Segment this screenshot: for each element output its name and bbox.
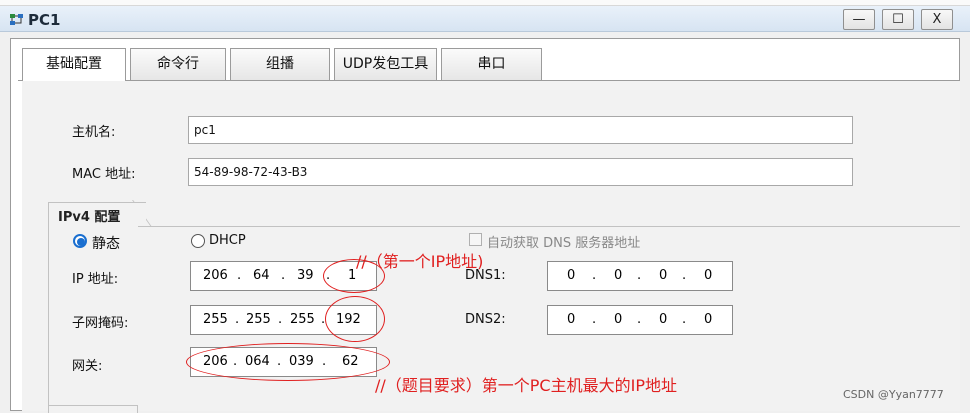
maximize-button[interactable]: ☐ (882, 9, 914, 30)
gateway-annotation: //（题目要求）第一个PC主机最大的IP地址 (375, 376, 677, 395)
dns2-octet-3: 0 (659, 312, 668, 327)
dns1-input[interactable]: 0 . 0 . 0 . 0 (547, 261, 733, 291)
mask-octet-3: 255 (290, 312, 315, 327)
dns2-label: DNS2: (465, 312, 506, 327)
tab-command-line[interactable]: 命令行 (130, 48, 226, 80)
close-button[interactable]: X (921, 9, 953, 30)
dns1-dot: . (592, 268, 597, 283)
mask-octet-2: 255 (246, 312, 271, 327)
hostname-input[interactable]: pc1 (188, 116, 853, 144)
ip-octet-3: 39 (297, 268, 314, 283)
auto-dns-label: 自动获取 DNS 服务器地址 (487, 236, 641, 251)
dns1-dot: . (682, 268, 687, 283)
mac-label: MAC 地址: (72, 167, 136, 182)
hostname-label: 主机名: (72, 125, 116, 140)
tab-multicast[interactable]: 组播 (230, 48, 330, 80)
mask-last-octet-highlight (325, 296, 385, 342)
dns2-octet-4: 0 (704, 312, 713, 327)
watermark: CSDN @Yyan7777 (843, 388, 944, 401)
dns1-octet-3: 0 (659, 268, 668, 283)
dns2-dot: . (592, 312, 597, 327)
mask-octet-1: 255 (203, 312, 228, 327)
dns1-dot: . (637, 268, 642, 283)
dns2-octet-2: 0 (614, 312, 623, 327)
dhcp-label: DHCP (209, 233, 246, 248)
mask-dot: . (278, 312, 283, 327)
minimize-button[interactable]: — (843, 9, 875, 30)
static-radio[interactable] (73, 234, 87, 248)
ip-octet-2: 64 (253, 268, 270, 283)
dns2-input[interactable]: 0 . 0 . 0 . 0 (547, 305, 733, 335)
dns1-octet-2: 0 (614, 268, 623, 283)
ip-dot: . (281, 268, 286, 283)
tab-basic-config[interactable]: 基础配置 (22, 48, 126, 81)
ip-label: IP 地址: (72, 272, 119, 287)
window-title: PC1 (28, 11, 61, 29)
mask-dot: . (235, 312, 240, 327)
gateway-label: 网关: (72, 359, 103, 374)
ipv4-group-label: IPv4 配置 (58, 210, 121, 225)
title-bar: PC1 — ☐ X (0, 6, 970, 32)
ipv4-group-border (138, 226, 960, 227)
gateway-highlight (186, 343, 390, 381)
dhcp-radio[interactable] (191, 234, 205, 248)
mask-label: 子网掩码: (72, 316, 129, 331)
ip-dot: . (237, 268, 242, 283)
static-label: 静态 (92, 236, 120, 252)
mac-address-field[interactable]: 54-89-98-72-43-B3 (188, 158, 853, 186)
dns1-octet-4: 0 (704, 268, 713, 283)
ip-octet-1: 206 (203, 268, 228, 283)
dns1-octet-1: 0 (567, 268, 576, 283)
tab-serial-port[interactable]: 串口 (441, 48, 542, 80)
auto-dns-checkbox[interactable] (469, 233, 482, 246)
dns2-dot: . (682, 312, 687, 327)
next-group-tab (48, 405, 138, 413)
tab-udp-tool[interactable]: UDP发包工具 (334, 48, 437, 80)
network-pc-icon (10, 14, 23, 25)
dns2-octet-1: 0 (567, 312, 576, 327)
ip-annotation: //（第一个IP地址) (356, 252, 484, 271)
dns2-dot: . (637, 312, 642, 327)
ipv4-group-border-left (48, 226, 49, 411)
